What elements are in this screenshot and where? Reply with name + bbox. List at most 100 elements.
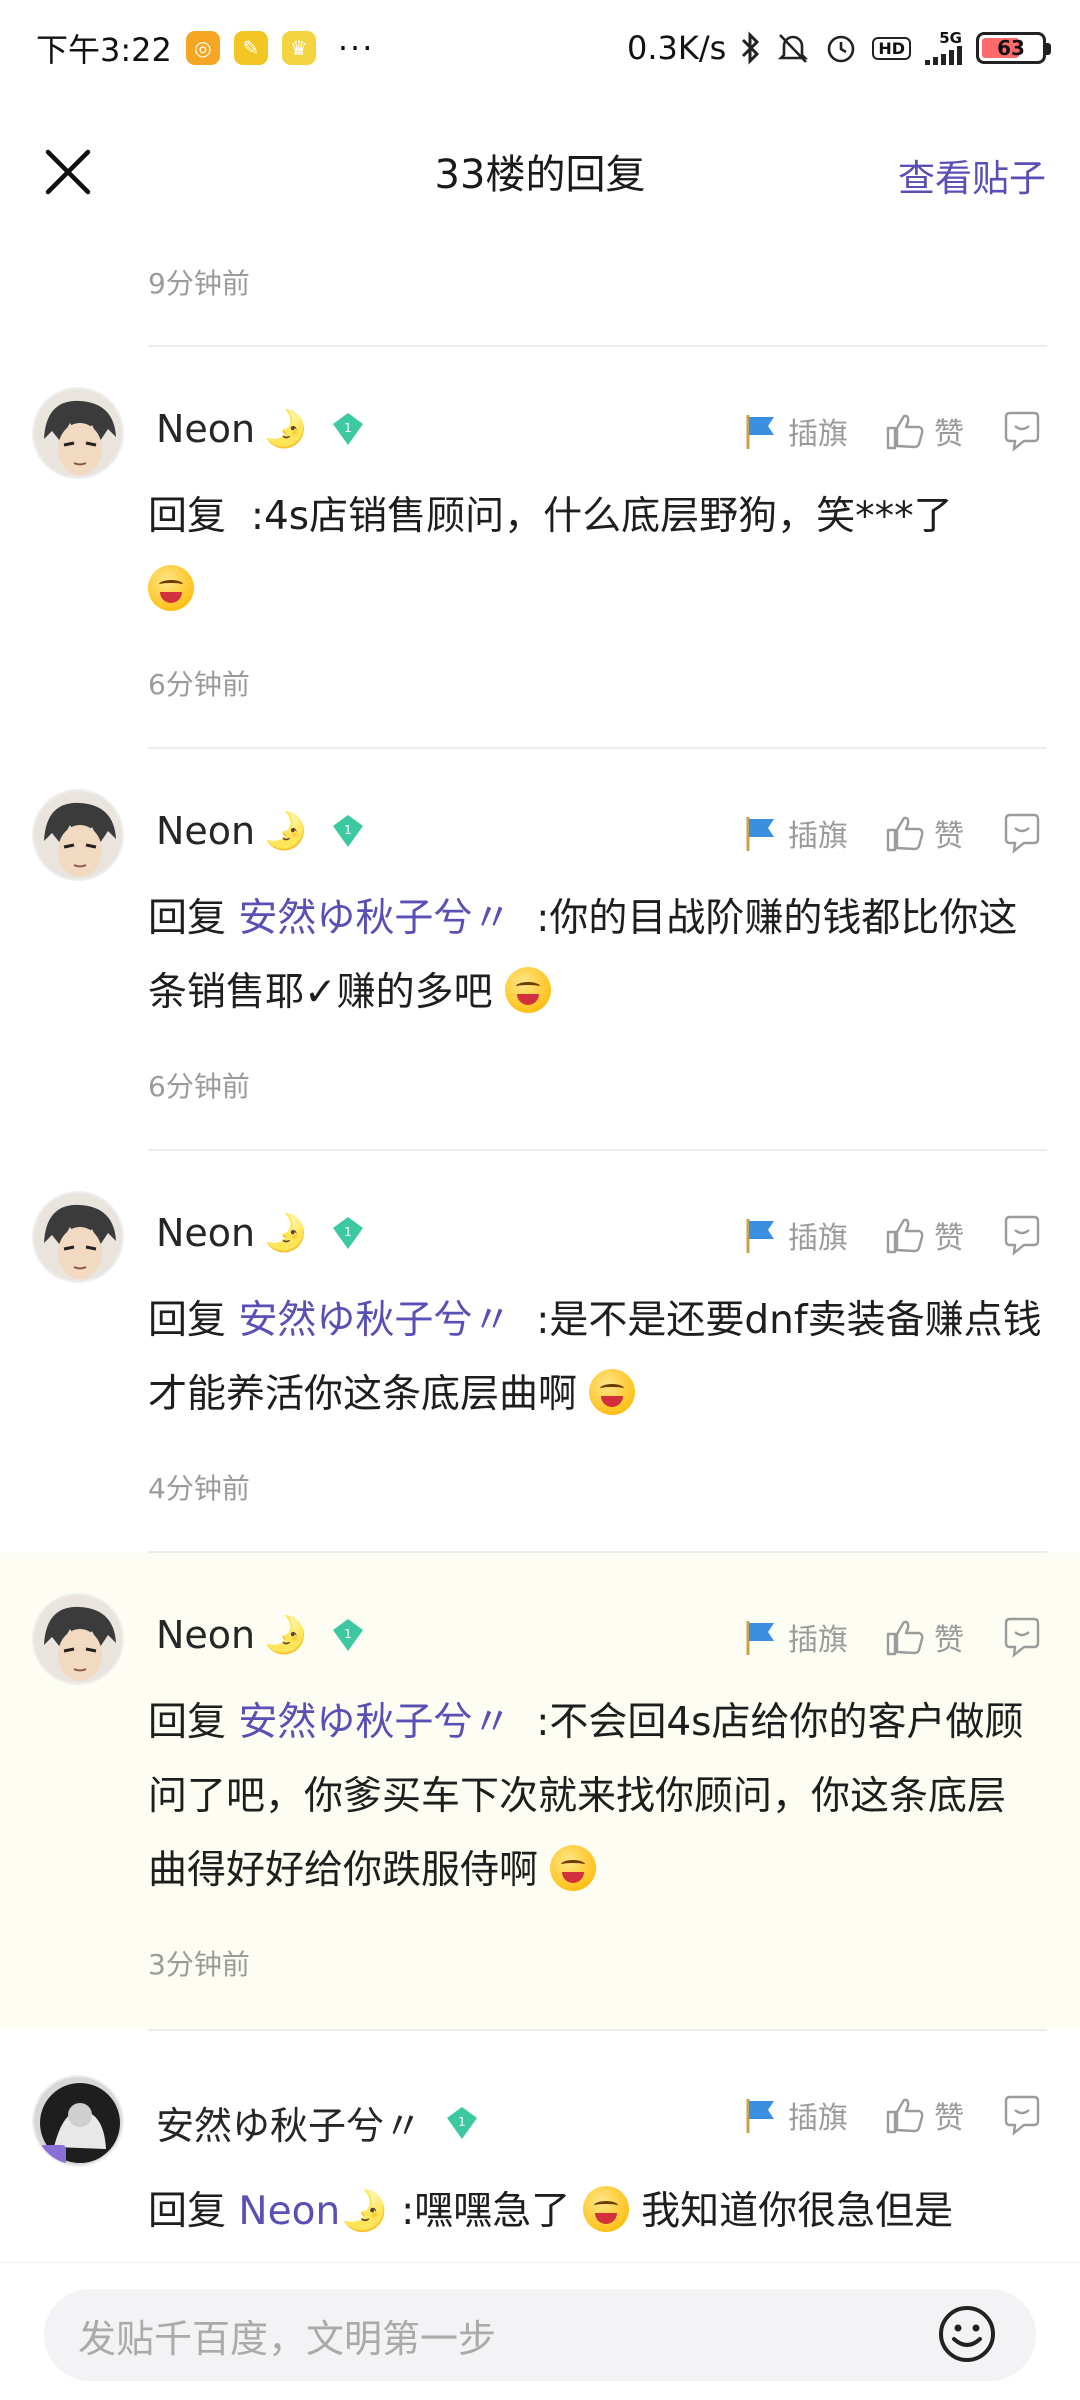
moon-icon: 🌛 <box>263 409 308 450</box>
alarm-icon <box>828 35 855 63</box>
svg-text:1: 1 <box>344 421 352 435</box>
reply-actions: 插旗 赞 <box>740 1213 1044 1257</box>
flag-button[interactable]: 插旗 <box>740 1213 848 1257</box>
level-badge: 1 <box>330 813 366 849</box>
moon-icon: 🌛 <box>263 811 308 852</box>
svg-text:1: 1 <box>344 823 352 837</box>
flag-icon <box>746 817 774 851</box>
reply-time: 4分钟前 <box>148 1472 250 1505</box>
status-time: 下午3:22 <box>36 31 172 69</box>
bluetooth-icon <box>742 31 760 65</box>
notes-app-icon: ✎ <box>233 31 268 65</box>
reply-actions: 插旗 赞 <box>740 2093 1044 2137</box>
view-post-button[interactable]: 查看贴子 <box>898 148 1046 202</box>
battery-level: 63 <box>997 36 1025 60</box>
like-button[interactable]: 赞 <box>884 1213 964 1257</box>
comment-icon[interactable] <box>1000 409 1044 453</box>
yum-emoji-icon <box>589 1369 636 1415</box>
flag-icon <box>746 1219 774 1253</box>
flag-button[interactable]: 插旗 <box>740 1615 848 1659</box>
username[interactable]: 安然ゆ秋子兮〃 1 <box>156 2095 480 2150</box>
hd-icon: HD <box>872 36 911 60</box>
comment-icon[interactable] <box>1000 1213 1044 1257</box>
network-speed: 0.3K/s <box>627 29 727 67</box>
like-button[interactable]: 赞 <box>884 2093 964 2137</box>
svg-text:1: 1 <box>458 2115 466 2129</box>
level-badge: 1 <box>330 1617 366 1653</box>
like-button[interactable]: 赞 <box>884 1615 964 1659</box>
avatar[interactable] <box>32 2075 124 2167</box>
reply-item: Neon 🌛 1 插旗 赞 回复 安然ゆ秋子兮〃 :是不是还要dnf卖装备赚点钱… <box>0 1151 1080 1551</box>
moon-icon: 🌛 <box>340 2189 389 2234</box>
like-button[interactable]: 赞 <box>884 409 964 453</box>
comment-icon[interactable] <box>1000 2093 1044 2137</box>
reply-content: 回复 安然ゆ秋子兮〃 :不会回4s店给你的客户做顾问了吧，你爹买车下次就来找你顾… <box>148 1700 1024 1893</box>
thumbs-up-icon <box>886 816 924 852</box>
reply-input[interactable]: 发贴千百度，文明第一步 <box>44 2289 1036 2381</box>
reply-content: 回复 Neon🌛 :嘿嘿急了 我知道你很急但是 <box>148 2175 1044 2249</box>
mention-link[interactable]: 安然ゆ秋子兮〃 <box>238 896 511 941</box>
signal-icon <box>925 45 962 65</box>
mention-link[interactable]: 安然ゆ秋子兮〃 <box>238 1298 511 1343</box>
reply-item: Neon 🌛 1 插旗 赞 回复 :4s店销售顾问，什么底层野狗，笑***了 6… <box>0 347 1080 747</box>
like-button[interactable]: 赞 <box>884 811 964 855</box>
close-icon[interactable] <box>42 146 94 198</box>
reply-item: 安然ゆ秋子兮〃 1 插旗 赞 回复 Neon🌛 :嘿嘿急了 我知道你很急但是 <box>0 2031 1080 2262</box>
flag-button[interactable]: 插旗 <box>740 2093 848 2137</box>
flag-icon <box>746 415 774 449</box>
reply-actions: 插旗 赞 <box>740 1615 1044 1659</box>
thumbs-up-icon <box>886 1218 924 1254</box>
moon-icon: 🌛 <box>263 1615 308 1656</box>
moon-icon: 🌛 <box>263 1213 308 1254</box>
laugh-emoji-icon <box>505 967 552 1013</box>
comment-icon[interactable] <box>1000 1615 1044 1659</box>
page-title: 33楼的回复 <box>434 152 646 198</box>
reply-item: Neon 🌛 1 插旗 赞 回复 安然ゆ秋子兮〃 :你的目战阶赚的钱都比你这条销… <box>0 749 1080 1149</box>
battery-icon: 63 <box>976 32 1051 64</box>
username[interactable]: Neon 🌛 1 <box>156 407 366 451</box>
username[interactable]: Neon 🌛 1 <box>156 1211 366 1255</box>
hug-emoji-icon <box>550 1845 597 1891</box>
page-header: 33楼的回复 查看贴子 <box>0 96 1080 246</box>
thumbs-up-icon <box>886 2098 924 2134</box>
previous-reply-time: 9分钟前 <box>148 267 250 300</box>
mention-link[interactable]: 安然ゆ秋子兮〃 <box>238 1700 511 1745</box>
weibo-app-icon: ◎ <box>185 31 220 65</box>
emoji-picker-icon[interactable] <box>936 2303 998 2365</box>
tieba-app-icon: ♛ <box>281 31 316 65</box>
username[interactable]: Neon 🌛 1 <box>156 809 366 853</box>
mention-link[interactable]: Neon🌛 <box>238 2189 388 2234</box>
avatar[interactable] <box>32 1191 124 1283</box>
avatar[interactable] <box>32 789 124 881</box>
avatar[interactable] <box>32 1593 124 1685</box>
laugh-emoji-icon <box>582 2186 629 2232</box>
level-badge: 1 <box>444 2105 480 2141</box>
mute-bell-icon <box>778 34 809 63</box>
thumbs-up-icon <box>886 414 924 450</box>
thumbs-up-icon <box>886 1620 924 1656</box>
reply-content: 回复 :4s店销售顾问，什么底层野狗，笑***了 <box>148 480 1044 628</box>
svg-text:1: 1 <box>344 1627 352 1641</box>
reply-actions: 插旗 赞 <box>740 811 1044 855</box>
reply-content: 回复 安然ゆ秋子兮〃 :你的目战阶赚的钱都比你这条销售耶✓赚的多吧 <box>148 896 1018 1015</box>
flag-button[interactable]: 插旗 <box>740 811 848 855</box>
level-badge: 1 <box>330 411 366 447</box>
reply-time: 3分钟前 <box>148 1948 250 1981</box>
laugh-emoji-icon <box>148 565 194 611</box>
reply-input-bar: 发贴千百度，文明第一步 <box>0 2262 1080 2400</box>
more-notifications-icon: ··· <box>337 29 375 67</box>
flag-icon <box>746 1621 774 1655</box>
svg-text:1: 1 <box>344 1225 352 1239</box>
username[interactable]: Neon 🌛 1 <box>156 1613 366 1657</box>
flag-button[interactable]: 插旗 <box>740 409 848 453</box>
network-type: 5G <box>939 29 962 47</box>
flag-icon <box>746 2099 774 2133</box>
status-bar: 下午3:22 ◎ ✎ ♛ ··· 0.3K/s HD 5G 63 <box>0 0 1080 96</box>
reply-item-highlighted: Neon 🌛 1 插旗 赞 回复 安然ゆ秋子兮〃 :不会回4s店给你的客户做顾问… <box>0 1553 1080 2029</box>
avatar[interactable] <box>32 387 124 479</box>
comment-icon[interactable] <box>1000 811 1044 855</box>
level-badge: 1 <box>330 1215 366 1251</box>
reply-time: 6分钟前 <box>148 668 250 701</box>
reply-actions: 插旗 赞 <box>740 409 1044 453</box>
reply-time: 6分钟前 <box>148 1070 250 1103</box>
